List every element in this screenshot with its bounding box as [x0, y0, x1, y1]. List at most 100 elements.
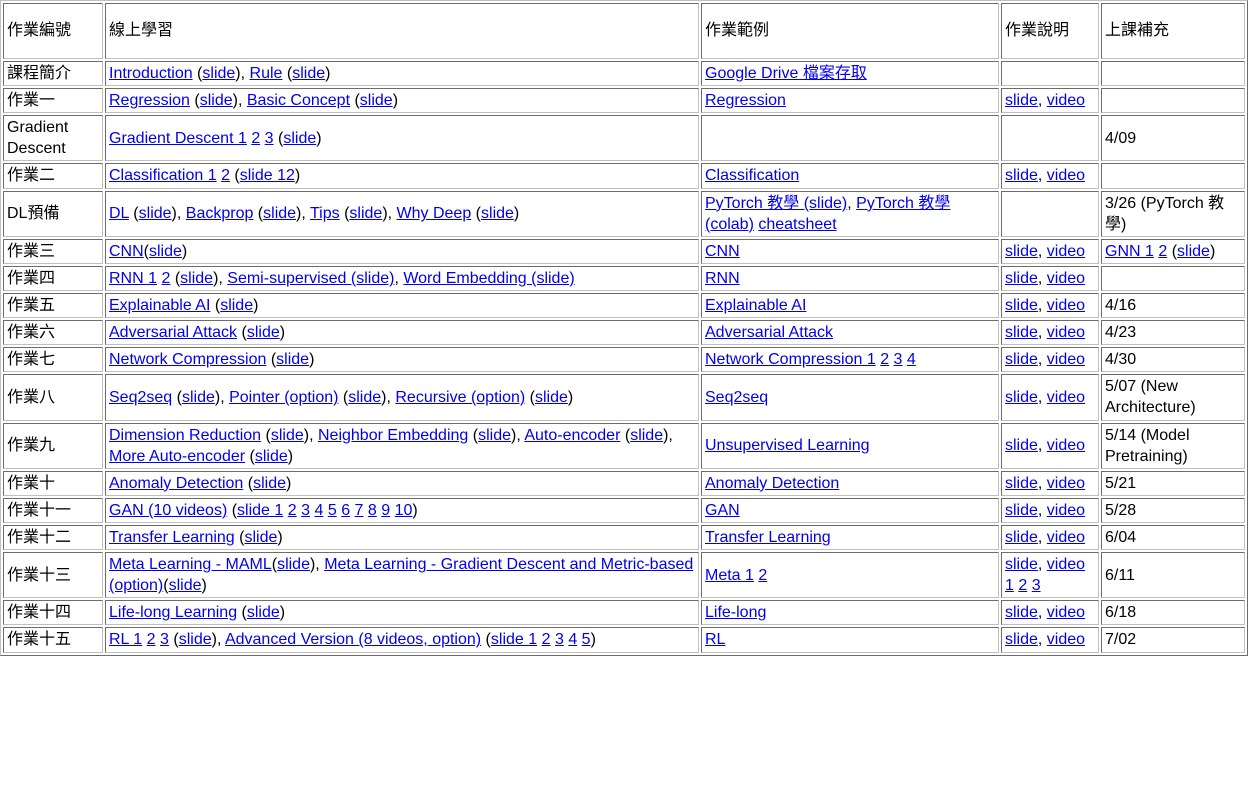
link-video[interactable]: video [1047, 604, 1085, 621]
link-adversarial-attack[interactable]: Adversarial Attack [705, 324, 833, 341]
link-life-long-learning[interactable]: Life-long Learning [109, 604, 237, 621]
link-slide-1[interactable]: slide 1 [237, 502, 283, 519]
link-cheatsheet[interactable]: cheatsheet [758, 216, 836, 233]
link-network-compression-1[interactable]: Network Compression 1 [705, 351, 876, 368]
link-slide[interactable]: slide [349, 205, 382, 222]
link-slide[interactable]: slide [149, 243, 182, 260]
link-tips[interactable]: Tips [310, 205, 340, 222]
link-slide[interactable]: slide [292, 65, 325, 82]
link-unsupervised-learning[interactable]: Unsupervised Learning [705, 437, 870, 454]
link-slide[interactable]: slide [1005, 297, 1038, 314]
link-meta-learning-maml[interactable]: Meta Learning - MAML [109, 556, 272, 573]
link-slide[interactable]: slide [1005, 631, 1038, 648]
link-slide[interactable]: slide [202, 65, 235, 82]
link-more-auto-encoder[interactable]: More Auto-encoder [109, 448, 245, 465]
link-rule[interactable]: Rule [250, 65, 283, 82]
link-video[interactable]: video [1047, 270, 1085, 287]
link-video[interactable]: video [1047, 167, 1085, 184]
link-3[interactable]: 3 [301, 502, 310, 519]
link-cnn[interactable]: CNN [705, 243, 740, 260]
link-5[interactable]: 5 [328, 502, 337, 519]
link-seq2seq[interactable]: Seq2seq [705, 389, 768, 406]
link-classification[interactable]: Classification [705, 167, 799, 184]
link-slide[interactable]: slide [1005, 556, 1038, 573]
link-backprop[interactable]: Backprop [186, 205, 254, 222]
link-video[interactable]: video [1047, 437, 1085, 454]
link-rl-1[interactable]: RL 1 [109, 631, 142, 648]
link-9[interactable]: 9 [381, 502, 390, 519]
link-rl[interactable]: RL [705, 631, 725, 648]
link-anomaly-detection[interactable]: Anomaly Detection [109, 475, 243, 492]
link-transfer-learning[interactable]: Transfer Learning [705, 529, 831, 546]
link-gradient-descent-1[interactable]: Gradient Descent 1 [109, 130, 247, 147]
link-slide[interactable]: slide [271, 427, 304, 444]
link-google-drive-檔案存取[interactable]: Google Drive 檔案存取 [705, 65, 867, 82]
link-3[interactable]: 3 [1032, 577, 1041, 594]
link-adversarial-attack[interactable]: Adversarial Attack [109, 324, 237, 341]
link-semi-supervised-slide[interactable]: Semi-supervised (slide) [227, 270, 394, 287]
link-2[interactable]: 2 [147, 631, 156, 648]
link-1[interactable]: 1 [1005, 577, 1014, 594]
link-2[interactable]: 2 [880, 351, 889, 368]
link-meta-1[interactable]: Meta 1 [705, 567, 754, 584]
link-word-embedding-slide[interactable]: Word Embedding (slide) [403, 270, 574, 287]
link-slide[interactable]: slide [1005, 243, 1038, 260]
link-slide[interactable]: slide [348, 389, 381, 406]
link-classification-1[interactable]: Classification 1 [109, 167, 217, 184]
link-video[interactable]: video [1047, 631, 1085, 648]
link-seq2seq[interactable]: Seq2seq [109, 389, 172, 406]
link-explainable-ai[interactable]: Explainable AI [109, 297, 210, 314]
link-slide[interactable]: slide [1005, 437, 1038, 454]
link-slide[interactable]: slide [1005, 351, 1038, 368]
link-slide[interactable]: slide [1177, 243, 1210, 260]
link-regression[interactable]: Regression [705, 92, 786, 109]
link-slide[interactable]: slide [1005, 324, 1038, 341]
link-video[interactable]: video [1047, 297, 1085, 314]
link-video[interactable]: video [1047, 351, 1085, 368]
link-video[interactable]: video [1047, 556, 1085, 573]
link-slide[interactable]: slide [283, 130, 316, 147]
link-slide-1[interactable]: slide 1 [491, 631, 537, 648]
link-slide[interactable]: slide [247, 604, 280, 621]
link-dimension-reduction[interactable]: Dimension Reduction [109, 427, 261, 444]
link-slide[interactable]: slide [630, 427, 663, 444]
link-rnn-1[interactable]: RNN 1 [109, 270, 157, 287]
link-basic-concept[interactable]: Basic Concept [247, 92, 350, 109]
link-regression[interactable]: Regression [109, 92, 190, 109]
link-slide[interactable]: slide [169, 577, 202, 594]
link-gan[interactable]: GAN [705, 502, 740, 519]
link-advanced-version-8-videos-option[interactable]: Advanced Version (8 videos, option) [225, 631, 481, 648]
link-6[interactable]: 6 [341, 502, 350, 519]
link-slide[interactable]: slide [535, 389, 568, 406]
link-slide[interactable]: slide [220, 297, 253, 314]
link-gan-10-videos[interactable]: GAN (10 videos) [109, 502, 227, 519]
link-pointer-option[interactable]: Pointer (option) [229, 389, 338, 406]
link-5[interactable]: 5 [582, 631, 591, 648]
link-pytorch-教學-slide[interactable]: PyTorch 教學 (slide) [705, 195, 847, 212]
link-dl[interactable]: DL [109, 205, 129, 222]
link-video[interactable]: video [1047, 324, 1085, 341]
link-10[interactable]: 10 [395, 502, 413, 519]
link-transfer-learning[interactable]: Transfer Learning [109, 529, 235, 546]
link-slide[interactable]: slide [180, 270, 213, 287]
link-network-compression[interactable]: Network Compression [109, 351, 266, 368]
link-slide[interactable]: slide [1005, 167, 1038, 184]
link-2[interactable]: 2 [288, 502, 297, 519]
link-2[interactable]: 2 [758, 567, 767, 584]
link-3[interactable]: 3 [160, 631, 169, 648]
link-cnn[interactable]: CNN [109, 243, 144, 260]
link-slide[interactable]: slide [478, 427, 511, 444]
link-3[interactable]: 3 [555, 631, 564, 648]
link-video[interactable]: video [1047, 502, 1085, 519]
link-slide[interactable]: slide [1005, 475, 1038, 492]
link-2[interactable]: 2 [221, 167, 230, 184]
link-slide[interactable]: slide [360, 92, 393, 109]
link-2[interactable]: 2 [542, 631, 551, 648]
link-slide[interactable]: slide [1005, 502, 1038, 519]
link-slide[interactable]: slide [276, 351, 309, 368]
link-slide[interactable]: slide [1005, 604, 1038, 621]
link-slide[interactable]: slide [182, 389, 215, 406]
link-slide[interactable]: slide [255, 448, 288, 465]
link-4[interactable]: 4 [568, 631, 577, 648]
link-3[interactable]: 3 [265, 130, 274, 147]
